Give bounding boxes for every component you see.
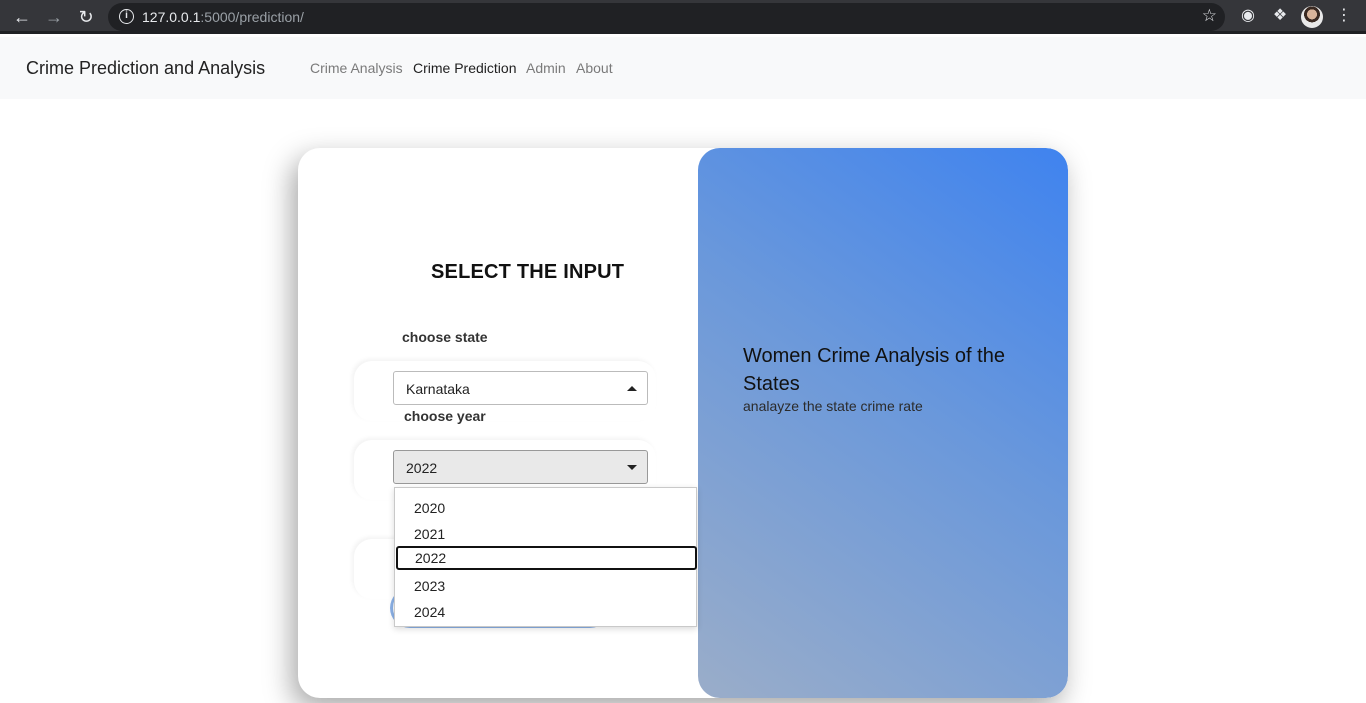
state-select-value: Karnataka xyxy=(406,381,470,397)
reload-icon[interactable]: ↻ xyxy=(74,5,98,29)
year-option-2020[interactable]: 2020 xyxy=(395,496,698,520)
info-panel-subtitle: analayze the state crime rate xyxy=(743,398,923,414)
extension-icon[interactable]: ◉ xyxy=(1238,6,1258,26)
year-select[interactable]: 2022 xyxy=(393,450,648,484)
nav-crime-prediction[interactable]: Crime Prediction xyxy=(413,60,516,76)
menu-kebab-icon[interactable]: ⋮ xyxy=(1334,6,1354,26)
address-bar[interactable]: i 127.0.0.1:5000/prediction/ ☆ xyxy=(108,3,1225,31)
profile-avatar[interactable] xyxy=(1301,6,1323,28)
forward-icon[interactable]: → xyxy=(42,5,66,29)
state-label: choose state xyxy=(402,329,488,345)
navbar-brand[interactable]: Crime Prediction and Analysis xyxy=(26,58,265,79)
info-panel: Women Crime Analysis of the States anala… xyxy=(698,148,1068,698)
year-option-2021[interactable]: 2021 xyxy=(395,522,698,546)
form-title: SELECT THE INPUT xyxy=(431,261,625,283)
url-text: 127.0.0.1:5000/prediction/ xyxy=(142,9,304,25)
site-navbar: Crime Prediction and Analysis Crime Anal… xyxy=(0,37,1366,99)
nav-crime-analysis[interactable]: Crime Analysis xyxy=(310,60,403,76)
bookmark-star-icon[interactable]: ☆ xyxy=(1202,6,1217,26)
back-icon[interactable]: ← xyxy=(10,5,34,29)
nav-about[interactable]: About xyxy=(576,60,613,76)
state-select[interactable]: Karnataka xyxy=(393,371,648,405)
caret-down-icon xyxy=(627,465,637,470)
year-option-2024[interactable]: 2024 xyxy=(395,600,698,624)
caret-up-icon xyxy=(627,386,637,391)
year-option-2022[interactable]: 2022 xyxy=(396,546,697,570)
nav-admin[interactable]: Admin xyxy=(526,60,566,76)
year-dropdown-list: 2020 2021 2022 2023 2024 xyxy=(394,487,697,627)
info-panel-title: Women Crime Analysis of the States xyxy=(743,345,1005,395)
year-select-value: 2022 xyxy=(406,460,438,476)
year-option-2023[interactable]: 2023 xyxy=(395,574,698,598)
browser-toolbar: ← → ↻ i 127.0.0.1:5000/prediction/ ☆ ◉ ❖… xyxy=(0,0,1366,34)
site-info-icon[interactable]: i xyxy=(119,9,134,24)
puzzle-icon[interactable]: ❖ xyxy=(1270,6,1290,26)
year-label: choose year xyxy=(404,408,486,424)
